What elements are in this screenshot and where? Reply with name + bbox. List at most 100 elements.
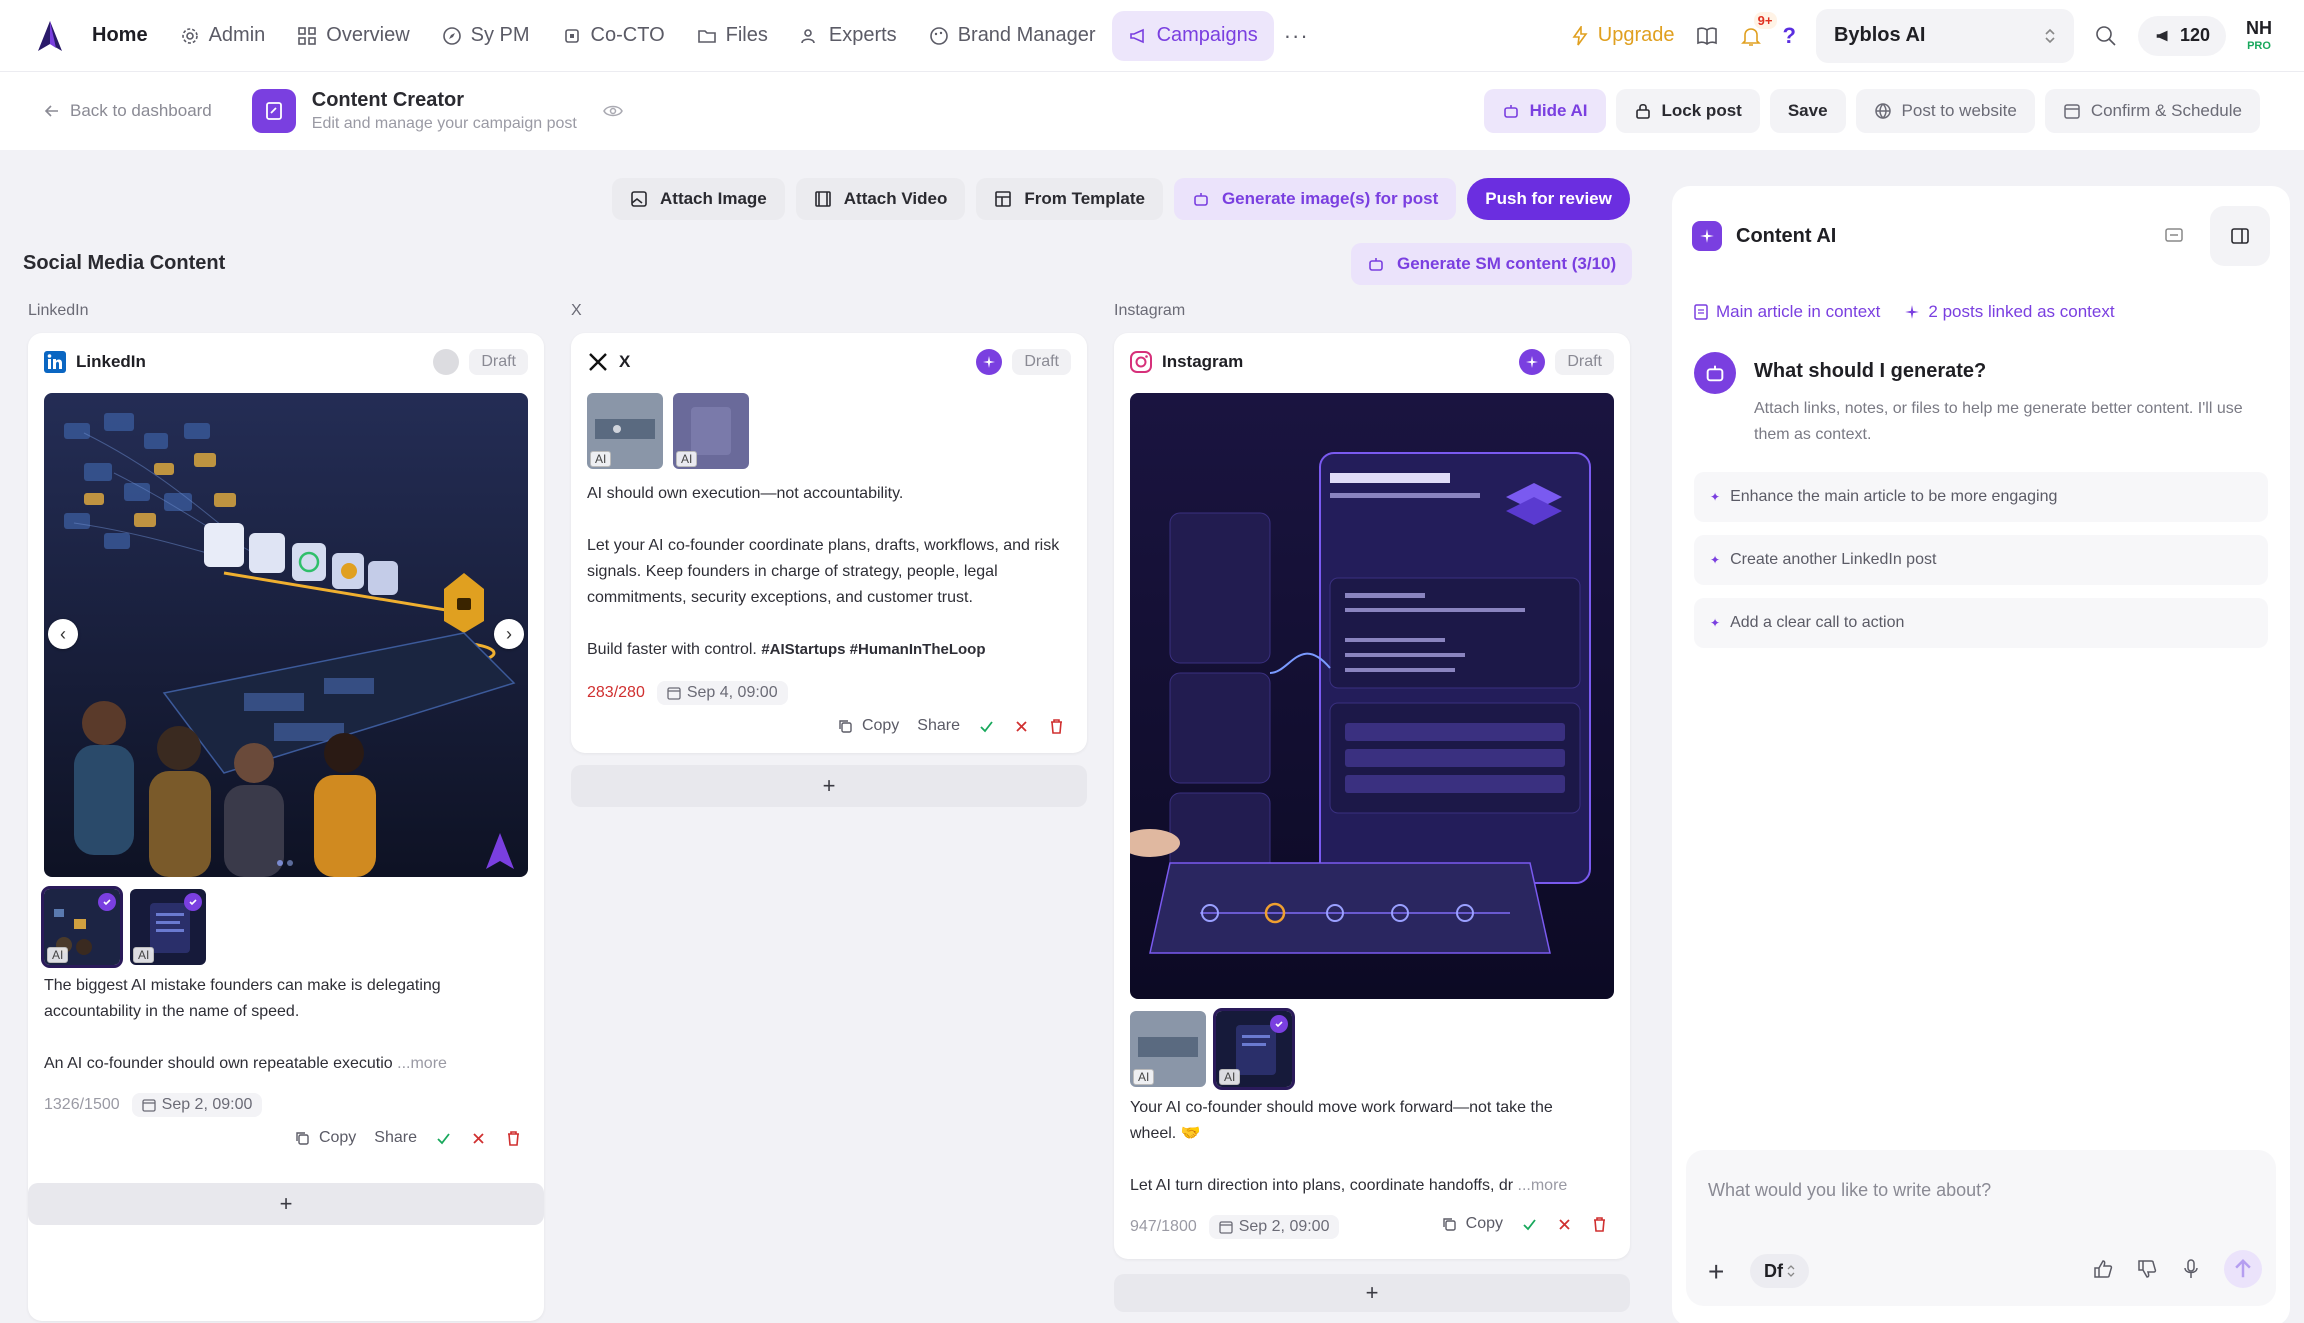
notifications-button[interactable]: 9+ [1739, 11, 1777, 48]
carousel-prev-button[interactable]: ‹ [48, 619, 78, 649]
trash-icon[interactable] [1048, 718, 1065, 735]
read-more-link[interactable]: ...more [1518, 1177, 1568, 1194]
attach-video-button[interactable]: Attach Video [795, 178, 966, 220]
posts-context-link[interactable]: 2 posts linked as context [1904, 302, 2115, 322]
column-label-x: X [571, 302, 582, 319]
reject-x-icon[interactable] [470, 1130, 487, 1147]
from-template-button[interactable]: From Template [976, 178, 1163, 220]
trash-icon[interactable] [1591, 1216, 1608, 1233]
thumbs-down-icon[interactable] [2136, 1258, 2158, 1280]
x-card: X Draft AI AI AI should own execution—no… [571, 333, 1087, 753]
x-logo-icon [589, 353, 607, 371]
suggestion-chip[interactable]: ✦ Create another LinkedIn post [1694, 535, 2268, 585]
share-button[interactable]: Share [374, 1129, 417, 1147]
book-icon[interactable] [1695, 24, 1719, 48]
post-text[interactable]: The biggest AI mistake founders can make… [44, 973, 514, 1077]
ai-status-icon [976, 349, 1003, 375]
add-linkedin-post-button[interactable]: + [28, 1183, 544, 1225]
nav-experts[interactable]: Experts [784, 11, 913, 61]
schedule-date[interactable]: Sep 4, 09:00 [656, 681, 788, 705]
approve-check-icon[interactable] [435, 1130, 452, 1147]
share-button[interactable]: Share [917, 717, 960, 735]
org-select[interactable]: Byblos AI [1815, 8, 2074, 63]
nav-brand-manager[interactable]: Brand Manager [913, 11, 1112, 61]
save-button[interactable]: Save [1769, 89, 1846, 133]
nav-sy-pm[interactable]: Sy PM [426, 11, 546, 61]
image-thumbnail[interactable]: AI [41, 886, 123, 968]
confirm-schedule-button[interactable]: Confirm & Schedule [2044, 89, 2260, 133]
article-context-link[interactable]: Main article in context [1694, 302, 1880, 322]
user-avatar[interactable]: NH PRO [2246, 19, 2272, 52]
nav-more-button[interactable]: ··· [1284, 23, 1309, 49]
reject-x-icon[interactable] [1556, 1216, 1573, 1233]
attach-image-button[interactable]: Attach Image [612, 178, 785, 220]
instagram-card-header: Instagram Draft [1130, 347, 1614, 377]
approve-check-icon[interactable] [978, 718, 995, 735]
schedule-date[interactable]: Sep 2, 09:00 [1208, 1215, 1340, 1239]
approve-check-icon[interactable] [1521, 1216, 1538, 1233]
model-selector[interactable]: Df [1750, 1254, 1809, 1288]
toggle-panel-button[interactable] [2210, 206, 2270, 266]
schedule-date[interactable]: Sep 2, 09:00 [131, 1093, 263, 1117]
status-badge: Draft [469, 349, 528, 375]
help-button[interactable]: ? [1783, 23, 1796, 49]
read-more-link[interactable]: ...more [397, 1055, 447, 1072]
post-to-website-button[interactable]: Post to website [1855, 89, 2035, 133]
add-attachment-button[interactable]: + [1708, 1258, 1724, 1286]
copy-button[interactable]: Copy [837, 717, 899, 735]
image-thumbnail[interactable]: AI [130, 889, 206, 965]
add-instagram-post-button[interactable]: + [1114, 1274, 1630, 1312]
template-icon [995, 191, 1012, 207]
trash-icon[interactable] [505, 1130, 522, 1147]
calendar-icon [141, 1099, 156, 1112]
copy-button[interactable]: Copy [1441, 1215, 1503, 1233]
sidebar-icon [2231, 228, 2249, 244]
image-thumbnail[interactable]: AI [587, 393, 663, 469]
nav-campaigns[interactable]: Campaigns [1111, 10, 1274, 61]
hashtags: #AIStartups #HumanInTheLoop [761, 641, 986, 658]
nav-home[interactable]: Home [86, 11, 164, 61]
copy-button[interactable]: Copy [294, 1129, 356, 1147]
hide-ai-button[interactable]: Hide AI [1483, 89, 1606, 133]
image-thumbnail[interactable]: AI [1130, 1011, 1206, 1087]
credits-badge[interactable]: 120 [2137, 15, 2226, 56]
upgrade-button[interactable]: Upgrade [1570, 24, 1675, 47]
microphone-icon[interactable] [2180, 1258, 2202, 1280]
search-icon[interactable] [2094, 24, 2118, 48]
image-thumbnail[interactable]: AI [1213, 1008, 1295, 1090]
prompt-input[interactable]: What would you like to write about? [1708, 1180, 1991, 1201]
globe-icon [1874, 103, 1891, 120]
linkedin-icon [44, 351, 66, 373]
post-text[interactable]: AI should own execution—not accountabili… [587, 481, 1077, 663]
push-for-review-button[interactable]: Push for review [1467, 178, 1630, 220]
suggestion-chip[interactable]: ✦ Enhance the main article to be more eng… [1694, 472, 2268, 522]
chevron-updown-icon [2045, 28, 2055, 43]
nav-overview[interactable]: Overview [281, 11, 425, 61]
thumbs-up-icon[interactable] [2092, 1258, 2114, 1280]
generate-images-button[interactable]: Generate image(s) for post [1173, 178, 1457, 220]
nav-admin[interactable]: Admin [164, 11, 282, 61]
ai-description: Attach links, notes, or files to help me… [1754, 400, 2243, 443]
status-badge: Draft [1555, 349, 1614, 375]
post-text[interactable]: Your AI co-founder should move work forw… [1130, 1095, 1600, 1199]
nav-files[interactable]: Files [681, 11, 784, 61]
new-chat-icon[interactable] [2164, 226, 2184, 246]
column-label-instagram: Instagram [1114, 302, 1186, 319]
image-thumbnail[interactable]: AI [673, 393, 749, 469]
generate-sm-content-button[interactable]: Generate SM content (3/10) [1351, 243, 1633, 285]
send-button[interactable] [2224, 1250, 2262, 1288]
reject-x-icon[interactable] [1013, 718, 1030, 735]
back-to-dashboard-link[interactable]: Back to dashboard [44, 101, 212, 121]
post-meta: 283/280 Sep 4, 09:00 [587, 681, 788, 705]
add-x-post-button[interactable]: + [571, 765, 1087, 807]
nav-co-cto[interactable]: Co-CTO [546, 11, 681, 61]
post-toolbar: Attach Image Attach Video From Template … [612, 178, 1630, 220]
carousel-next-button[interactable]: › [494, 619, 524, 649]
logo-icon[interactable] [32, 18, 68, 54]
content-creator-icon [251, 89, 296, 133]
column-label-linkedin: LinkedIn [28, 302, 89, 319]
eye-icon[interactable] [602, 101, 623, 121]
suggestion-chip[interactable]: ✦ Add a clear call to action [1694, 598, 2268, 648]
lock-post-button[interactable]: Lock post [1615, 89, 1760, 133]
check-icon [1270, 1015, 1288, 1033]
